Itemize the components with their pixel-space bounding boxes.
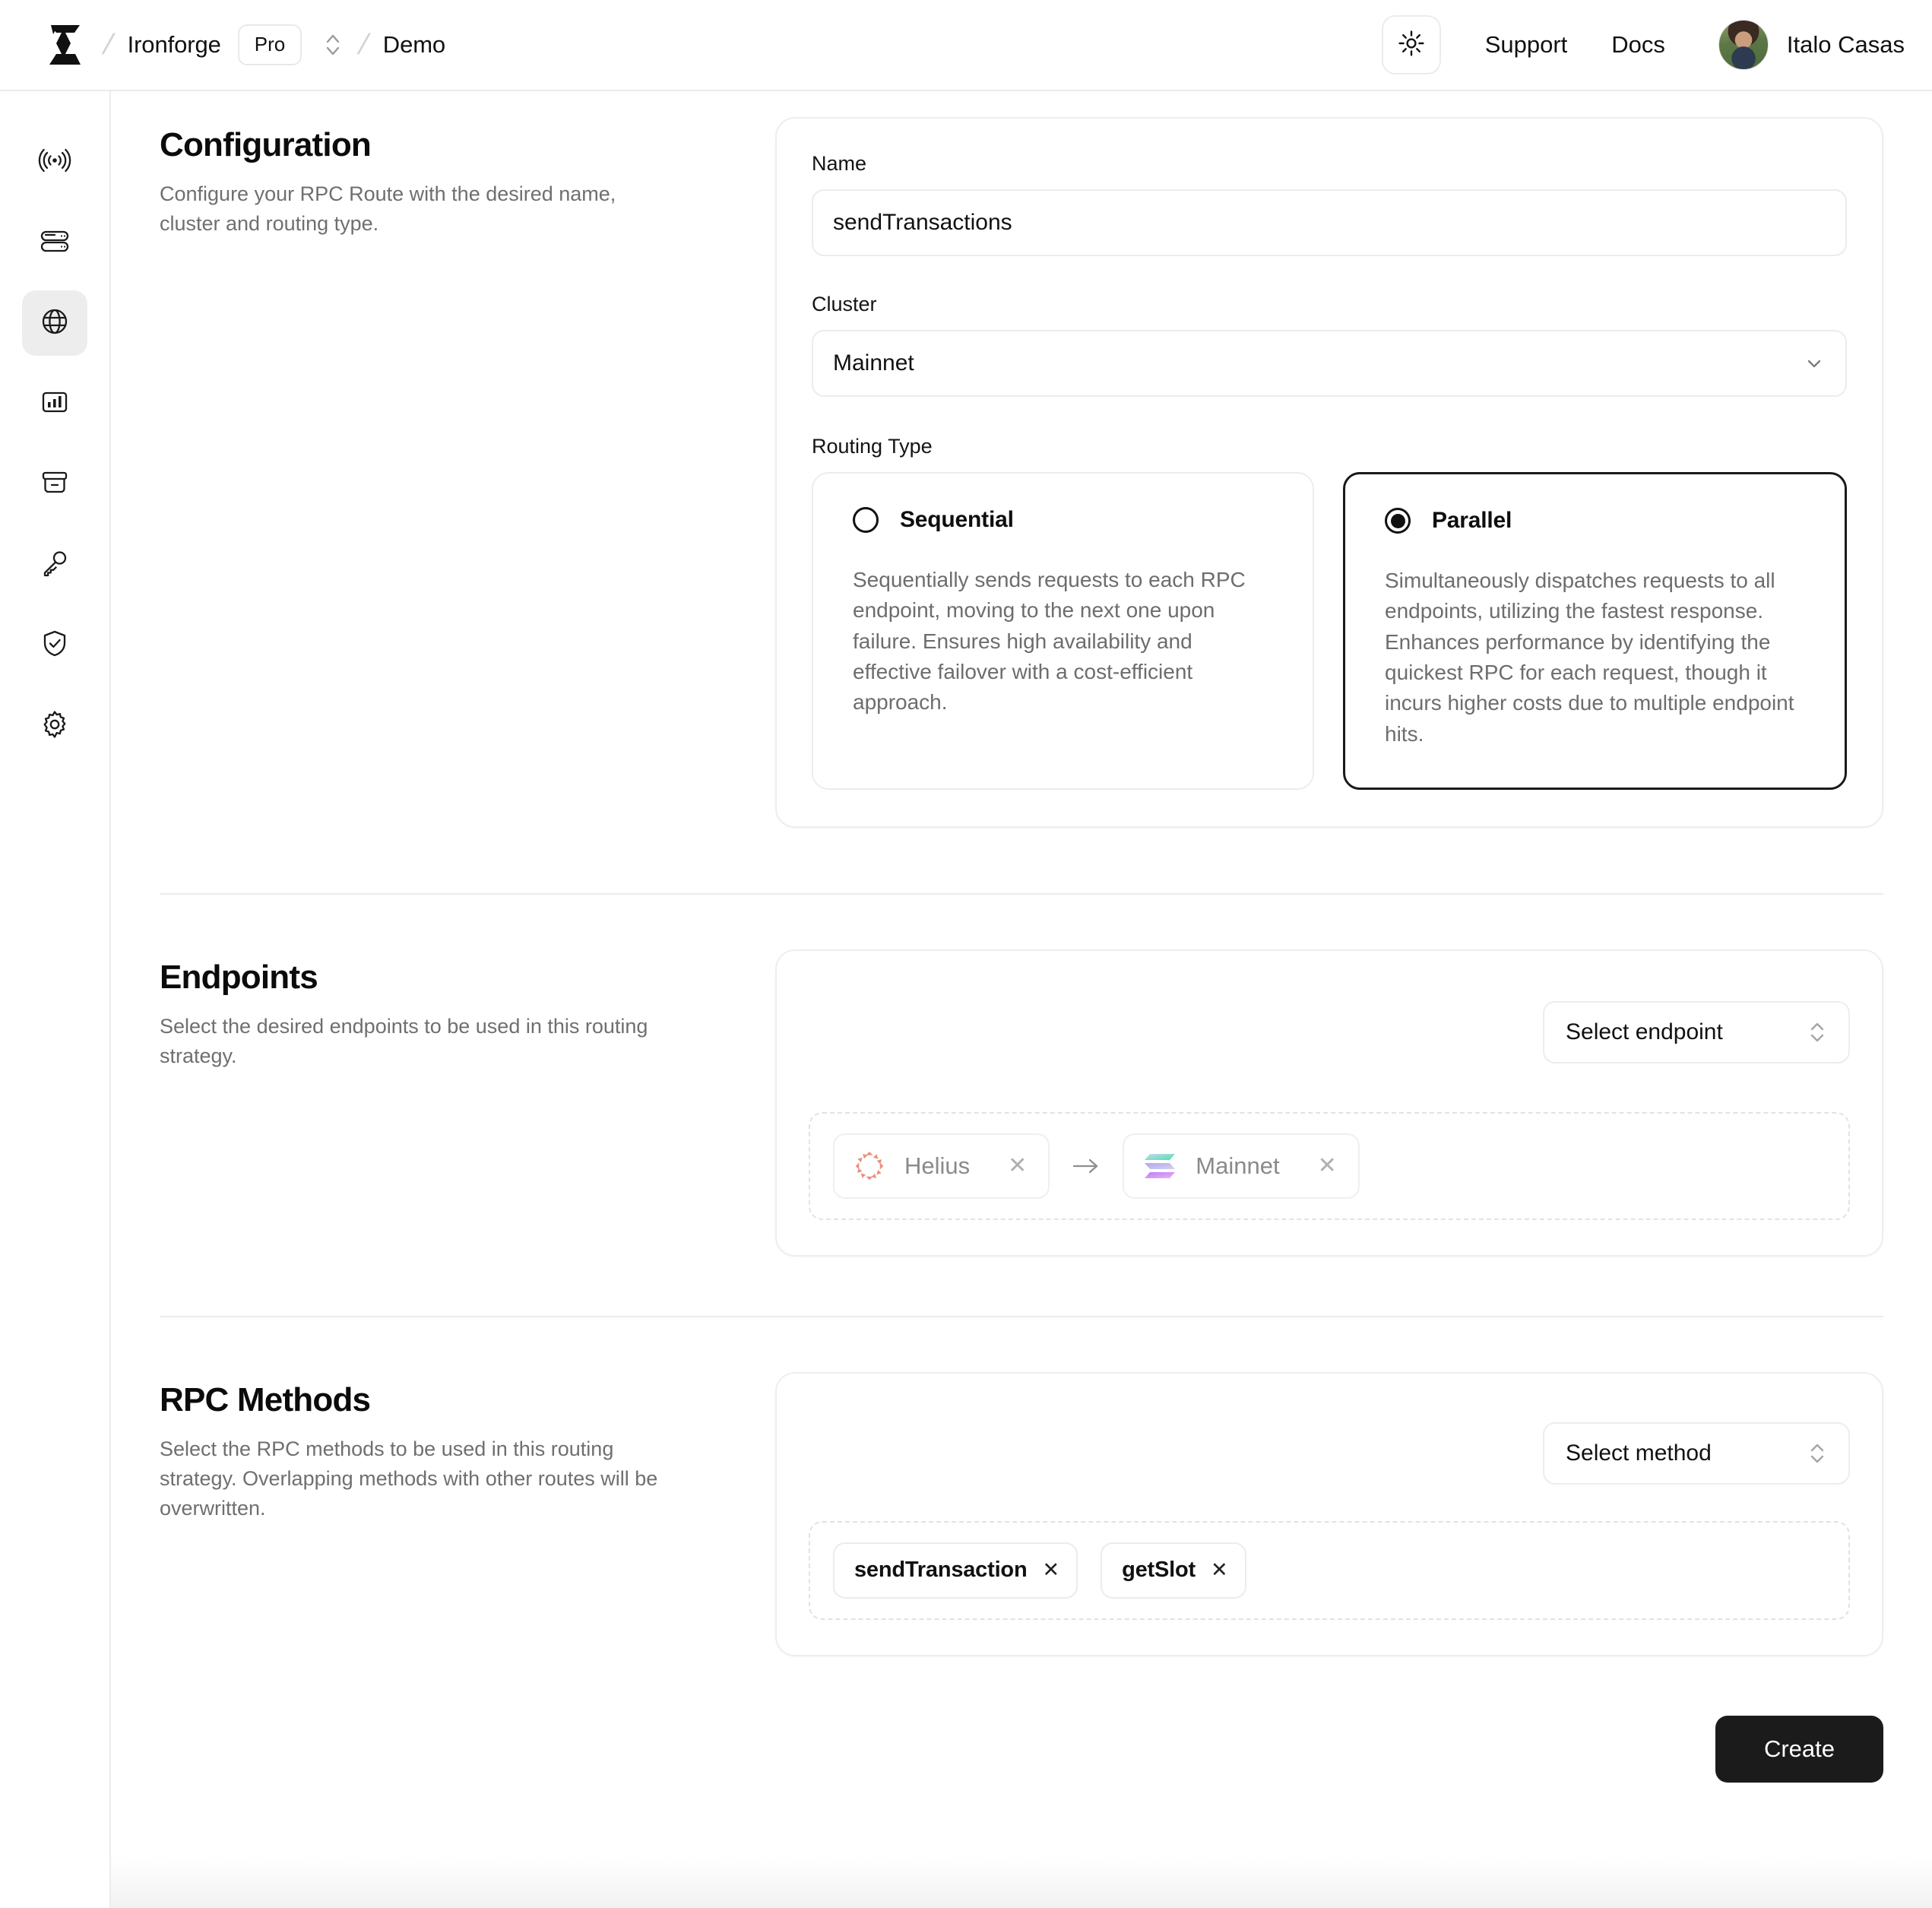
remove-method-icon[interactable]: ✕	[1211, 1560, 1228, 1580]
name-input[interactable]	[812, 189, 1847, 256]
globe-icon	[38, 305, 71, 342]
method-picker-row: Select method	[809, 1421, 1850, 1485]
cluster-selected-value: Mainnet	[833, 350, 914, 376]
avatar[interactable]	[1718, 20, 1769, 70]
sidebar-item-analytics[interactable]	[22, 371, 87, 436]
breadcrumb-separator-2: /	[355, 29, 372, 61]
endpoints-title: Endpoints	[160, 958, 318, 996]
routing-type-label: Routing Type	[812, 435, 933, 458]
key-icon	[38, 547, 71, 584]
chevron-up-down-icon	[1807, 1440, 1827, 1467]
remove-endpoint-cluster-icon[interactable]: ✕	[1318, 1154, 1337, 1177]
rpc-methods-card: Select method sendTransaction ✕ getSlot …	[775, 1371, 1883, 1656]
chevron-up-down-icon	[1807, 1019, 1827, 1046]
endpoint-provider-chip[interactable]: Helius ✕	[833, 1133, 1050, 1199]
routing-option-sequential[interactable]: Sequential Sequentially sends requests t…	[812, 472, 1314, 790]
configuration-intro: Configuration Configure your RPC Route w…	[160, 117, 775, 828]
breadcrumb-org[interactable]: Ironforge	[128, 31, 221, 59]
rpc-methods-panel-wrapper: Select method sendTransaction ✕ getSlot …	[775, 1371, 1883, 1656]
routing-type-options: Sequential Sequentially sends requests t…	[812, 472, 1847, 790]
remove-endpoint-provider-icon[interactable]: ✕	[1008, 1154, 1027, 1177]
cluster-select[interactable]: Mainnet	[812, 330, 1847, 397]
routing-option-parallel[interactable]: Parallel Simultaneously dispatches reque…	[1343, 472, 1847, 790]
sidebar-item-settings[interactable]	[22, 693, 87, 759]
gear-icon	[38, 708, 71, 745]
theme-toggle-button[interactable]	[1381, 15, 1441, 74]
arrow-right-icon	[1071, 1155, 1101, 1177]
plan-badge: Pro	[237, 24, 302, 65]
select-endpoint-dropdown[interactable]: Select endpoint	[1543, 1000, 1850, 1063]
breadcrumb-separator-1: /	[99, 29, 117, 61]
breadcrumb: / Ironforge Pro / Demo	[89, 24, 445, 65]
breadcrumb-project[interactable]: Demo	[383, 31, 445, 59]
endpoint-picker-row: Select endpoint	[809, 1000, 1850, 1063]
endpoint-provider-name: Helius	[904, 1152, 971, 1179]
method-chip[interactable]: getSlot ✕	[1101, 1542, 1246, 1599]
method-chip[interactable]: sendTransaction ✕	[833, 1542, 1078, 1599]
radio-selected-icon[interactable]	[1385, 508, 1411, 534]
helius-logo	[853, 1149, 886, 1183]
server-icon	[38, 224, 71, 261]
endpoint-cluster-chip[interactable]: Mainnet ✕	[1123, 1133, 1360, 1199]
rpc-methods-intro: RPC Methods Select the RPC methods to be…	[160, 1372, 775, 1656]
left-sidebar	[0, 91, 111, 1908]
sidebar-item-broadcast[interactable]	[22, 129, 87, 195]
docs-link[interactable]: Docs	[1611, 31, 1665, 59]
configuration-description: Configure your RPC Route with the desire…	[160, 182, 616, 235]
configuration-section: Configuration Configure your RPC Route w…	[111, 91, 1932, 828]
routing-option-sequential-head: Sequential	[853, 507, 1275, 533]
routing-option-parallel-description: Simultaneously dispatches requests to al…	[1385, 569, 1794, 746]
bar-chart-icon	[38, 385, 71, 423]
archive-icon	[38, 466, 71, 503]
rpc-methods-description: Select the RPC methods to be used in thi…	[160, 1437, 658, 1520]
sun-icon	[1397, 29, 1426, 62]
select-method-label: Select method	[1566, 1440, 1712, 1466]
main-content: Configuration Configure your RPC Route w…	[111, 91, 1932, 1908]
routing-option-parallel-title: Parallel	[1432, 508, 1512, 533]
endpoints-section: Endpoints Select the desired endpoints t…	[111, 895, 1932, 1257]
solana-logo	[1142, 1152, 1177, 1181]
top-header-bar: / Ironforge Pro / Demo Support Docs Ital…	[0, 0, 1932, 91]
sidebar-item-server[interactable]	[22, 210, 87, 275]
ironforge-anvil-logo[interactable]	[42, 23, 89, 67]
broadcast-icon	[38, 144, 71, 181]
configuration-form-wrapper: Name Cluster Mainnet Routing Type	[775, 117, 1883, 828]
endpoints-description: Select the desired endpoints to be used …	[160, 1014, 648, 1067]
select-method-dropdown[interactable]: Select method	[1543, 1421, 1850, 1485]
support-link[interactable]: Support	[1485, 31, 1568, 59]
endpoint-cluster-name: Mainnet	[1196, 1152, 1280, 1179]
header-actions: Support Docs Italo Casas	[1381, 15, 1905, 74]
sidebar-item-api-keys[interactable]	[22, 532, 87, 597]
routing-option-sequential-description: Sequentially sends requests to each RPC …	[853, 568, 1246, 715]
endpoints-intro: Endpoints Select the desired endpoints t…	[160, 949, 775, 1257]
create-button[interactable]: Create	[1715, 1715, 1883, 1783]
footer-actions: Create	[111, 1715, 1932, 1783]
rpc-methods-section: RPC Methods Select the RPC methods to be…	[111, 1317, 1932, 1656]
method-chip-label: getSlot	[1122, 1558, 1196, 1583]
select-endpoint-label: Select endpoint	[1566, 1019, 1723, 1044]
selected-endpoints-box: Helius ✕ Mainnet ✕	[809, 1111, 1850, 1220]
rpc-methods-title: RPC Methods	[160, 1380, 371, 1418]
selected-methods-box: sendTransaction ✕ getSlot ✕	[809, 1520, 1850, 1620]
cluster-label: Cluster	[812, 293, 877, 315]
remove-method-icon[interactable]: ✕	[1042, 1560, 1059, 1580]
shield-check-icon	[38, 627, 71, 664]
chevron-up-down-icon[interactable]	[321, 29, 344, 61]
configuration-card: Name Cluster Mainnet Routing Type	[775, 117, 1883, 828]
sidebar-item-security[interactable]	[22, 613, 87, 678]
sidebar-item-archive[interactable]	[22, 452, 87, 517]
name-label: Name	[812, 152, 867, 175]
routing-option-sequential-title: Sequential	[900, 507, 1014, 532]
endpoints-card: Select endpoint Helius ✕ Mainnet ✕	[775, 949, 1883, 1257]
radio-unselected-icon[interactable]	[853, 507, 879, 533]
page-title: Configuration	[160, 126, 372, 163]
sidebar-item-rpc-routes[interactable]	[22, 290, 87, 356]
user-name[interactable]: Italo Casas	[1787, 31, 1905, 59]
endpoints-panel-wrapper: Select endpoint Helius ✕ Mainnet ✕	[775, 949, 1883, 1257]
method-chip-label: sendTransaction	[854, 1558, 1028, 1583]
chevron-down-icon	[1803, 352, 1826, 375]
routing-option-parallel-head: Parallel	[1385, 508, 1807, 534]
